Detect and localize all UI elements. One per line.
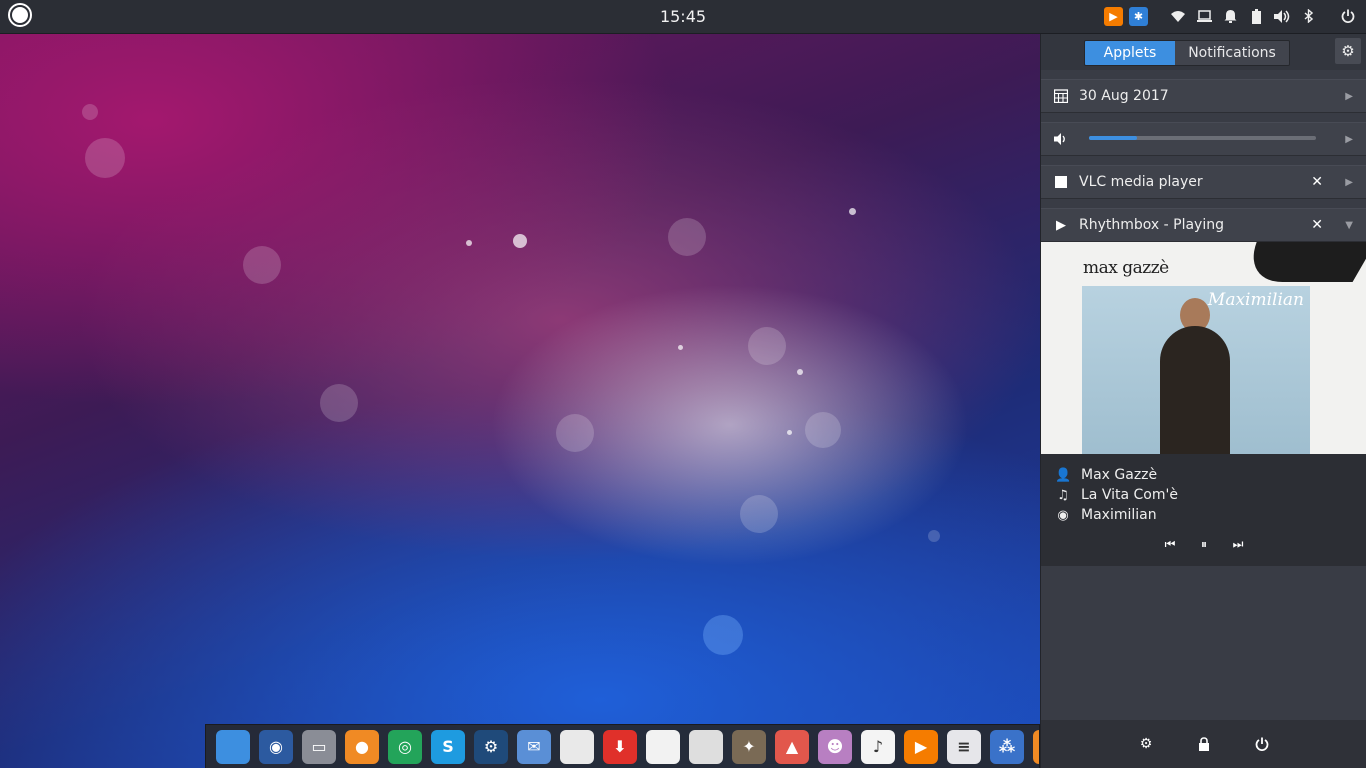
expand-arrow-icon[interactable]: ▶ xyxy=(1345,134,1353,145)
album-art: max gazzè Maximilian xyxy=(1041,242,1366,454)
dock: ◉ ▭ ● ◎ S ⚙ ✉ ⬇ ✦ ▲ ☻ ♪ ▶ ≡ ⁂ xyxy=(205,724,1040,768)
vlc-tray-icon[interactable]: ▶ xyxy=(1104,6,1123,26)
dock-games-icon[interactable]: ☻ xyxy=(818,729,852,764)
artist-icon: 👤 xyxy=(1055,467,1072,483)
settings-gear-icon[interactable]: ⚙ xyxy=(1138,736,1154,752)
sidebar-tabs: Applets Notifications xyxy=(1084,40,1290,66)
dock-music-icon[interactable]: ♪ xyxy=(861,729,895,764)
dock-settings-icon[interactable]: ≡ xyxy=(947,729,981,764)
vlc-player-applet[interactable]: VLC media player ✕ ▶ xyxy=(1041,165,1366,199)
dock-document-icon[interactable] xyxy=(646,729,680,764)
app-menu-button[interactable] xyxy=(8,3,32,27)
dock-gimp-icon[interactable]: ✦ xyxy=(732,729,766,764)
expand-arrow-icon[interactable]: ▶ xyxy=(1345,177,1353,188)
title-row: ♫ La Vita Com'è xyxy=(1055,487,1178,503)
volume-slider[interactable] xyxy=(1089,136,1316,140)
raven-sidebar: Applets Notifications ⚙ 30 Aug 2017 ▶ ▶ … xyxy=(1040,34,1366,768)
album-row: ◉ Maximilian xyxy=(1055,507,1157,523)
wifi-icon[interactable] xyxy=(1168,6,1188,26)
close-icon[interactable]: ✕ xyxy=(1311,174,1323,190)
dock-text-editor-icon[interactable] xyxy=(689,729,723,764)
power-icon[interactable] xyxy=(1338,6,1358,26)
track-album: Maximilian xyxy=(1081,507,1157,523)
dock-apps-grid-icon[interactable]: ⁂ xyxy=(990,729,1024,764)
calendar-icon xyxy=(1053,88,1069,104)
monitor-icon[interactable] xyxy=(1194,6,1214,26)
volume-slider-fill xyxy=(1089,136,1137,140)
track-artist: Max Gazzè xyxy=(1081,467,1158,483)
bluetooth-app-tray-icon[interactable]: ✱ xyxy=(1129,6,1148,26)
disc-icon: ◉ xyxy=(1057,507,1069,523)
next-track-icon[interactable]: ⏭ xyxy=(1230,536,1246,552)
dock-chrome-icon[interactable]: ◎ xyxy=(388,729,422,764)
dock-skype-icon[interactable]: S xyxy=(431,729,465,764)
dock-firefox-icon[interactable]: ● xyxy=(345,729,379,764)
track-title: La Vita Com'è xyxy=(1081,487,1178,503)
dock-files-icon[interactable]: ▭ xyxy=(302,729,336,764)
album-art-title: Maximilian xyxy=(1207,290,1304,310)
dock-extra-icon[interactable] xyxy=(1033,729,1039,764)
dock-software-icon[interactable]: ⬇ xyxy=(603,729,637,764)
previous-track-icon[interactable]: ⏮ xyxy=(1162,536,1178,552)
rhythmbox-applet[interactable]: ▶ Rhythmbox - Playing ✕ ▼ xyxy=(1041,208,1366,242)
dock-vlc-icon[interactable]: ▶ xyxy=(904,729,938,764)
top-panel: 15:45 ▶ ✱ xyxy=(0,0,1366,34)
tab-applets[interactable]: Applets xyxy=(1085,41,1175,65)
tab-notifications[interactable]: Notifications xyxy=(1175,41,1289,65)
rhythmbox-label: Rhythmbox - Playing xyxy=(1079,217,1224,233)
pause-icon[interactable]: ⏸ xyxy=(1196,536,1212,552)
clock-label[interactable]: 15:45 xyxy=(660,7,706,26)
artist-row: 👤 Max Gazzè xyxy=(1055,467,1157,483)
vlc-label: VLC media player xyxy=(1079,174,1203,190)
bluetooth-icon[interactable] xyxy=(1298,6,1318,26)
circle-icon xyxy=(12,7,28,23)
dock-photos-icon[interactable]: ▲ xyxy=(775,729,809,764)
dock-mail-icon[interactable]: ✉ xyxy=(517,729,551,764)
speaker-icon[interactable] xyxy=(1053,131,1069,147)
music-note-icon: ♫ xyxy=(1057,487,1069,503)
dock-steam-icon[interactable]: ⚙ xyxy=(474,729,508,764)
bell-icon[interactable] xyxy=(1220,6,1240,26)
calendar-applet[interactable]: 30 Aug 2017 ▶ xyxy=(1041,79,1366,113)
calendar-date: 30 Aug 2017 xyxy=(1079,88,1169,104)
expand-arrow-icon[interactable]: ▶ xyxy=(1345,91,1353,102)
dock-calendar-icon[interactable] xyxy=(560,729,594,764)
album-cover: Maximilian xyxy=(1082,286,1310,454)
dock-screenshot-icon[interactable]: ◉ xyxy=(259,729,293,764)
volume-icon[interactable] xyxy=(1272,6,1292,26)
lock-icon[interactable] xyxy=(1196,736,1212,752)
close-icon[interactable]: ✕ xyxy=(1311,217,1323,233)
collapse-arrow-icon[interactable]: ▼ xyxy=(1345,220,1353,231)
playback-controls: ⏮ ⏸ ⏭ xyxy=(1041,536,1366,552)
sidebar-header: Applets Notifications ⚙ xyxy=(1041,34,1366,70)
power-icon[interactable] xyxy=(1254,736,1270,752)
system-tray: ▶ ✱ xyxy=(1104,6,1358,26)
stop-icon xyxy=(1053,174,1069,190)
sidebar-footer: ⚙ xyxy=(1041,720,1366,768)
track-info: 👤 Max Gazzè ♫ La Vita Com'è ◉ Maximilian… xyxy=(1041,454,1366,566)
play-icon: ▶ xyxy=(1056,217,1066,233)
dock-show-desktop-icon[interactable] xyxy=(216,729,250,764)
volume-applet: ▶ xyxy=(1041,122,1366,156)
gear-icon[interactable]: ⚙ xyxy=(1335,38,1361,64)
battery-icon[interactable] xyxy=(1246,6,1266,26)
album-art-artist: max gazzè xyxy=(1083,258,1169,278)
